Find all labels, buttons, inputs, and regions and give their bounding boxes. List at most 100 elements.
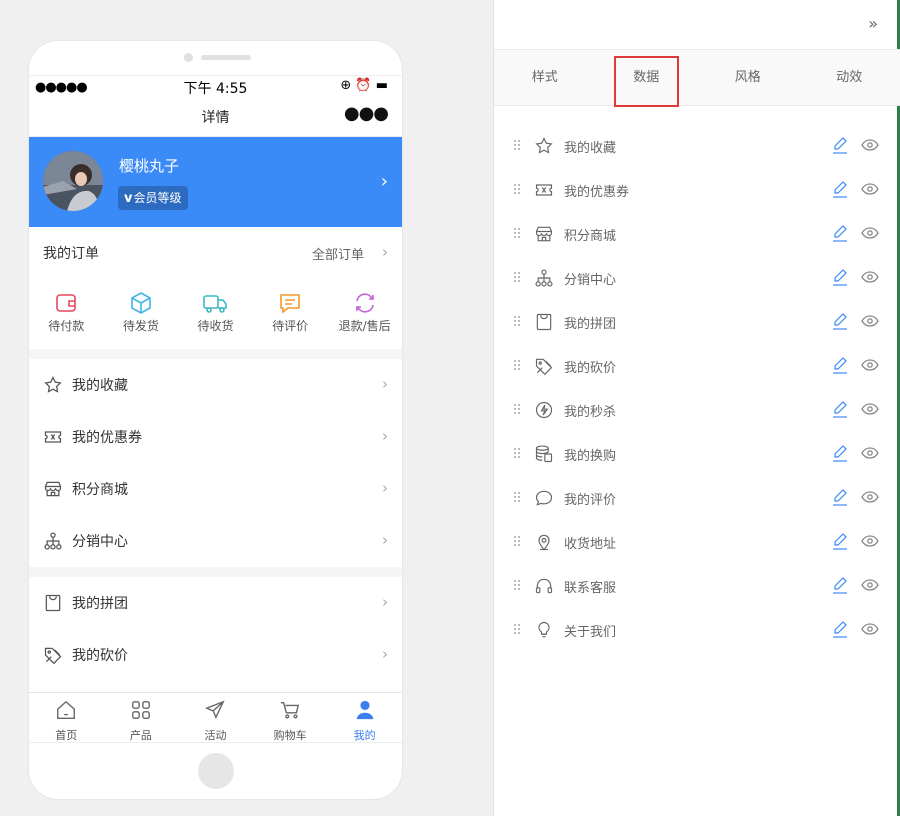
camera — [184, 53, 193, 62]
drag-handle-icon[interactable] — [513, 315, 521, 327]
edit-icon[interactable] — [832, 224, 848, 242]
eye-icon[interactable] — [861, 138, 879, 152]
eye-icon[interactable] — [861, 314, 879, 328]
headset-icon — [535, 578, 553, 594]
config-row[interactable]: 收货地址 — [494, 520, 900, 564]
eye-icon[interactable] — [861, 226, 879, 240]
tab-theme[interactable]: 风格 — [697, 50, 799, 105]
drag-handle-icon[interactable] — [513, 359, 521, 371]
status-bar: ●●●●● 下午 4:55 ⊕ ⏰ ▬ — [29, 75, 402, 97]
edit-icon[interactable] — [832, 400, 848, 418]
my-orders-row[interactable]: 我的订单 全部订单 › — [29, 227, 402, 279]
order-pending-review[interactable]: 待评价 — [253, 279, 328, 349]
tab-style[interactable]: 样式 — [494, 50, 596, 105]
eye-icon[interactable] — [861, 622, 879, 636]
paper-plane-icon — [205, 700, 226, 720]
tab-mine[interactable]: 我的 — [327, 693, 402, 742]
home-button — [198, 753, 234, 789]
tab-home[interactable]: 首页 — [29, 693, 104, 742]
config-row[interactable]: 我的拼团 — [494, 300, 900, 344]
edit-icon[interactable] — [832, 268, 848, 286]
config-row[interactable]: 我的砍价 — [494, 344, 900, 388]
edit-icon[interactable] — [832, 356, 848, 374]
config-row[interactable]: 分销中心 — [494, 256, 900, 300]
drag-handle-icon[interactable] — [513, 403, 521, 415]
drag-handle-icon[interactable] — [513, 447, 521, 459]
chevron-right-icon: › — [382, 375, 388, 393]
drag-handle-icon[interactable] — [513, 139, 521, 151]
eye-icon[interactable] — [861, 446, 879, 460]
eye-icon[interactable] — [861, 358, 879, 372]
menu-item-bargain[interactable]: 我的砍价 › — [29, 629, 402, 681]
drag-handle-icon[interactable] — [513, 491, 521, 503]
eye-icon[interactable] — [861, 534, 879, 548]
config-row[interactable]: 我的收藏 — [494, 124, 900, 168]
phone-preview: ●●●●● 下午 4:55 ⊕ ⏰ ▬ 详情 ●●● 樱桃丸子 v会员等级 › … — [28, 40, 403, 800]
drag-handle-icon[interactable] — [513, 579, 521, 591]
menu-item-group-buy[interactable]: 我的拼团 › — [29, 577, 402, 629]
collapse-icon[interactable]: » — [868, 14, 878, 33]
avatar[interactable] — [43, 151, 103, 211]
member-level-badge[interactable]: v会员等级 — [118, 186, 188, 210]
cart-icon — [280, 701, 300, 719]
menu-item-coupons[interactable]: 我的优惠券 › — [29, 411, 402, 463]
drag-handle-icon[interactable] — [513, 183, 521, 195]
tab-products[interactable]: 产品 — [104, 693, 179, 742]
config-row[interactable]: 联系客服 — [494, 564, 900, 608]
config-row[interactable]: 关于我们 — [494, 608, 900, 652]
username: 樱桃丸子 — [119, 157, 180, 175]
config-row-label: 收货地址 — [564, 537, 617, 552]
tab-animation[interactable]: 动效 — [799, 50, 900, 105]
drag-handle-icon[interactable] — [513, 227, 521, 239]
eye-icon[interactable] — [861, 402, 879, 416]
eye-icon[interactable] — [861, 578, 879, 592]
tab-cart[interactable]: 购物车 — [253, 693, 328, 742]
chevron-right-icon: › — [382, 645, 388, 663]
tab-activities[interactable]: 活动 — [178, 693, 253, 742]
drag-handle-icon[interactable] — [513, 623, 521, 635]
menu-item-label: 我的收藏 — [72, 378, 128, 394]
order-pending-shipment[interactable]: 待发货 — [104, 279, 179, 349]
config-row[interactable]: 我的秒杀 — [494, 388, 900, 432]
config-row[interactable]: 我的优惠券 — [494, 168, 900, 212]
chevron-right-icon: › — [382, 479, 388, 497]
drag-handle-icon[interactable] — [513, 271, 521, 283]
edit-icon[interactable] — [832, 444, 848, 462]
edit-icon[interactable] — [832, 312, 848, 330]
edit-icon[interactable] — [832, 136, 848, 154]
phone-top-bezel — [29, 41, 402, 75]
menu-item-label: 我的优惠券 — [72, 430, 142, 446]
all-orders-link[interactable]: 全部订单 — [312, 244, 364, 263]
profile-card[interactable]: 樱桃丸子 v会员等级 › — [29, 137, 402, 227]
home-icon — [57, 700, 76, 719]
eye-icon[interactable] — [861, 270, 879, 284]
menu-item-favorites[interactable]: 我的收藏 › — [29, 359, 402, 411]
edit-icon[interactable] — [832, 576, 848, 594]
config-row-label: 我的评价 — [564, 493, 617, 508]
order-pending-receipt[interactable]: 待收货 — [178, 279, 253, 349]
panel-tabs: 样式 数据 风格 动效 — [494, 50, 900, 107]
edit-icon[interactable] — [832, 620, 848, 638]
bulb-icon — [538, 621, 550, 638]
config-row[interactable]: 我的评价 — [494, 476, 900, 520]
tab-data[interactable]: 数据 — [596, 50, 698, 107]
drag-handle-icon[interactable] — [513, 535, 521, 547]
eye-icon[interactable] — [861, 490, 879, 504]
edit-icon[interactable] — [832, 488, 848, 506]
config-row[interactable]: 我的换购 — [494, 432, 900, 476]
config-row-label: 关于我们 — [564, 625, 617, 640]
eye-icon[interactable] — [861, 182, 879, 196]
edit-icon[interactable] — [832, 532, 848, 550]
order-refund[interactable]: 退款/售后 — [327, 279, 402, 349]
menu-item-points-mall[interactable]: 积分商城 › — [29, 463, 402, 515]
tab-label: 购物车 — [273, 729, 307, 742]
chevron-right-icon: › — [382, 593, 388, 611]
menu-item-distribution[interactable]: 分销中心 › — [29, 515, 402, 567]
edit-icon[interactable] — [832, 180, 848, 198]
config-row[interactable]: 积分商城 — [494, 212, 900, 256]
order-pending-payment[interactable]: 待付款 — [29, 279, 104, 349]
more-icon[interactable]: ●●● — [344, 103, 389, 124]
status-icons: ⊕ ⏰ ▬ — [340, 78, 388, 93]
bag-icon — [45, 594, 61, 612]
chevron-right-icon: › — [380, 171, 388, 192]
